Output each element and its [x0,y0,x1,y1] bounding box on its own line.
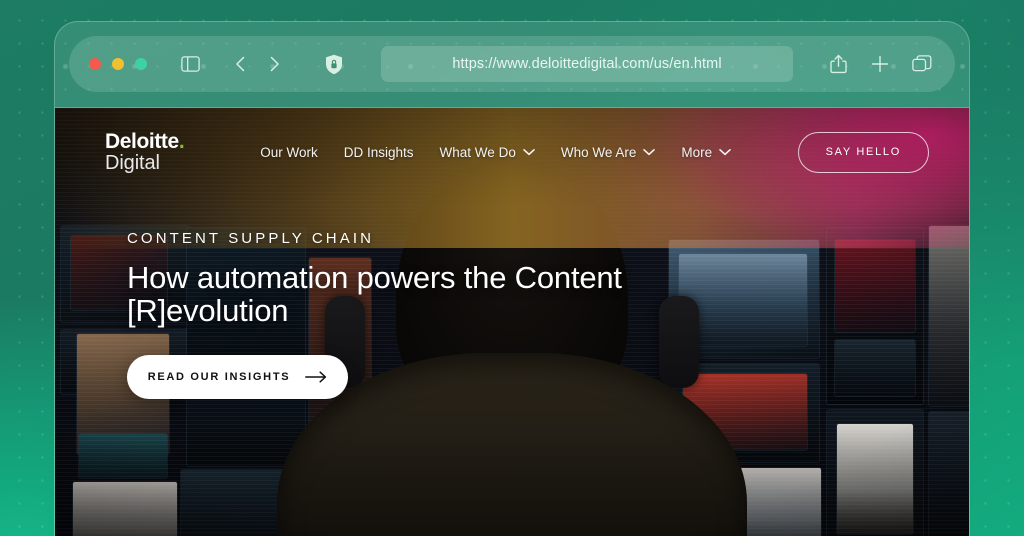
nav-label: Who We Are [560,144,637,160]
logo-word-deloitte: Deloitte [105,130,179,153]
arrow-right-icon [305,371,327,383]
hero-content: CONTENT SUPPLY CHAIN How automation powe… [127,230,687,400]
share-icon[interactable] [825,51,851,77]
logo-line-one: Deloitte. [105,130,185,153]
deloitte-digital-logo[interactable]: Deloitte. Digital [105,130,185,174]
close-button[interactable] [89,58,101,70]
nav-item-dd-insights[interactable]: DD Insights [344,145,414,160]
shield-lock-icon[interactable] [321,51,347,77]
plus-icon[interactable] [867,51,893,77]
main-navigation: Our Work DD Insights What We Do Who We A… [260,145,731,160]
read-our-insights-button[interactable]: READ OUR INSIGHTS [127,355,348,400]
hero-headline: How automation powers the Content [R]evo… [127,260,622,329]
tab-overview-icon[interactable] [909,51,935,77]
say-hello-button[interactable]: SAY HELLO [797,131,929,173]
desktop-backdrop: https://www.deloittedigital.com/us/en.ht… [0,0,1024,536]
nav-label: What We Do [439,144,516,160]
forward-button[interactable] [261,51,287,77]
zoom-button[interactable] [135,58,147,70]
chevron-down-icon [643,148,656,156]
nav-label: More [681,144,713,160]
nav-item-more[interactable]: More [681,145,731,160]
browser-toolbar: https://www.deloittedigital.com/us/en.ht… [69,36,955,92]
nav-item-who-we-are[interactable]: Who We Are [561,145,656,160]
hero-eyebrow: CONTENT SUPPLY CHAIN [127,230,375,247]
browser-window: https://www.deloittedigital.com/us/en.ht… [54,21,970,536]
logo-word-digital: Digital [105,152,160,174]
page-viewport: Deloitte. Digital Our Work DD Insights W… [55,108,969,536]
logo-green-dot: . [178,130,185,153]
navigation-arrows [227,51,287,77]
site-header: Deloitte. Digital Our Work DD Insights W… [55,108,969,196]
back-button[interactable] [227,51,253,77]
nav-label: DD Insights [343,144,414,160]
url-text: https://www.deloittedigital.com/us/en.ht… [452,56,722,72]
toolbar-actions [825,51,935,77]
sidebar-toggle-icon[interactable] [177,51,203,77]
address-bar[interactable]: https://www.deloittedigital.com/us/en.ht… [381,46,793,82]
minimize-button[interactable] [112,58,124,70]
window-controls[interactable] [89,58,147,70]
read-our-insights-label: READ OUR INSIGHTS [147,371,291,384]
nav-item-our-work[interactable]: Our Work [260,145,318,160]
chevron-down-icon [719,148,731,156]
nav-label: Our Work [260,144,318,160]
chevron-down-icon [523,148,535,156]
browser-chrome: https://www.deloittedigital.com/us/en.ht… [55,22,969,108]
nav-item-what-we-do[interactable]: What We Do [440,145,535,160]
